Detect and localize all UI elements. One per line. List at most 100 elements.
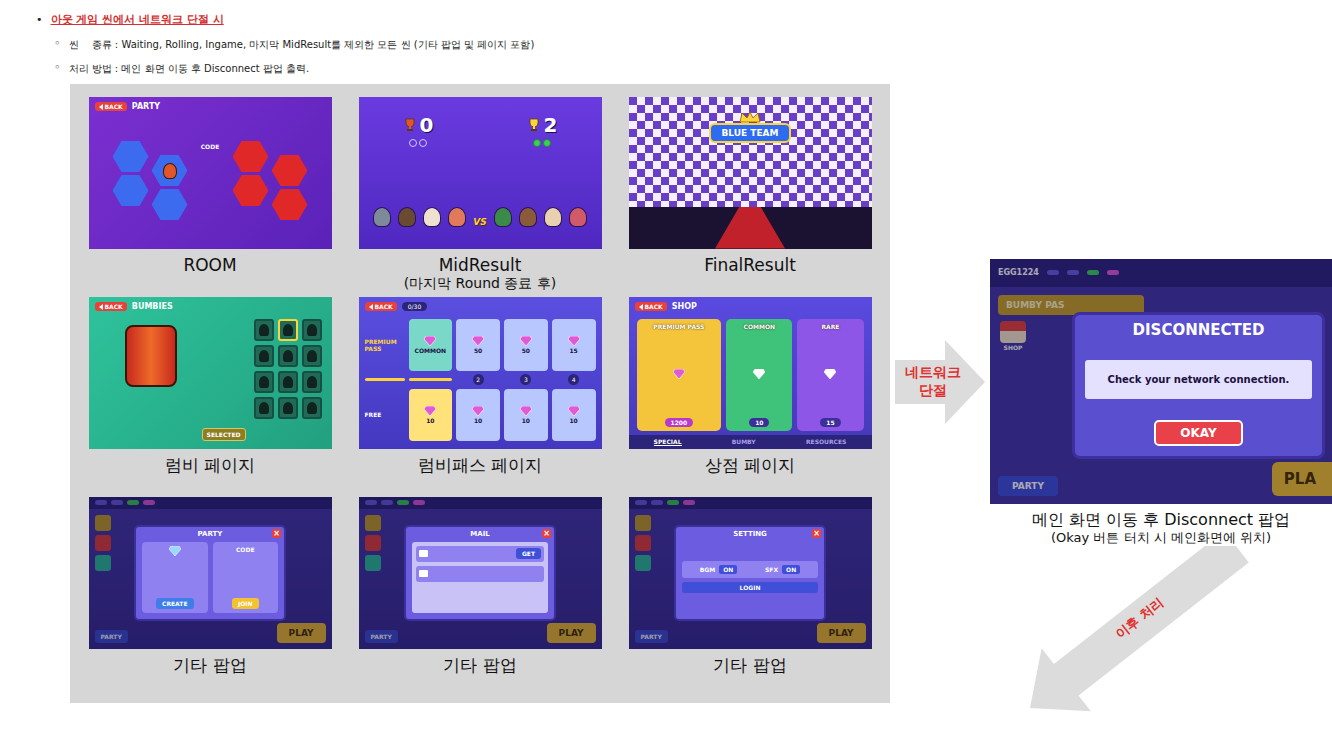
offer-card[interactable]: PREMIUM PASS1200 — [637, 319, 722, 431]
close-button[interactable]: × — [272, 529, 281, 538]
silhouette-icon — [307, 402, 317, 414]
toggle[interactable]: ON — [719, 565, 737, 574]
character-icon — [373, 207, 391, 227]
get-button[interactable]: GET — [516, 548, 541, 559]
round-win-dot — [543, 139, 551, 147]
team-slot[interactable] — [113, 141, 149, 172]
popup-button[interactable]: JOIN — [232, 598, 259, 609]
team-slot[interactable] — [113, 175, 149, 206]
reward-tile[interactable]: COMMON — [409, 319, 453, 371]
shop-tab[interactable]: SPECIAL — [654, 438, 682, 446]
toggle[interactable]: ON — [782, 565, 800, 574]
character-slot[interactable] — [278, 345, 298, 367]
popup-button[interactable]: CREATE — [156, 598, 194, 609]
character-slot[interactable] — [278, 397, 298, 419]
character-slot[interactable] — [302, 345, 322, 367]
team-slot[interactable] — [152, 155, 188, 186]
character-slot[interactable] — [254, 319, 274, 341]
reward-tile[interactable]: 50 — [504, 319, 548, 371]
silhouette-icon — [283, 350, 293, 362]
back-button[interactable]: BACK — [635, 302, 667, 311]
pass-step: 2 — [473, 374, 484, 385]
team-slot[interactable] — [272, 189, 308, 220]
reward-tile[interactable]: 10 — [504, 389, 548, 441]
final-result-screen: BLUE TEAM — [629, 97, 872, 249]
dialog-title: DISCONNECTED — [1133, 321, 1265, 339]
team-slot[interactable] — [233, 141, 269, 172]
gem-icon — [824, 369, 836, 379]
down-left-arrow-icon — [990, 546, 1332, 716]
reward-tile[interactable]: 10 — [552, 389, 596, 441]
reward-tile[interactable]: 15 — [552, 319, 596, 371]
back-button[interactable]: BACK — [95, 102, 127, 111]
scene-caption: 기타 팝업 — [443, 655, 516, 697]
mail-row — [416, 566, 544, 582]
back-button[interactable]: BACK — [365, 302, 397, 311]
selected-button[interactable]: SELECTED — [202, 428, 246, 441]
gem-icon — [673, 369, 685, 379]
premium-label: PREMIUM PASS — [365, 319, 405, 371]
shop-screen: BACKSHOPPREMIUM PASS1200COMMON10RARE15SP… — [629, 297, 872, 449]
scene-caption: 상점 페이지 — [705, 455, 795, 497]
silhouette-icon — [283, 376, 293, 388]
score: 2 — [544, 113, 558, 137]
character-icon — [448, 207, 466, 227]
stage-floor — [629, 207, 872, 249]
setting-toggle: BGMON — [700, 565, 738, 574]
character-slot[interactable] — [278, 319, 298, 341]
okay-button[interactable]: OKAY — [1154, 420, 1242, 446]
dialog-message: Check your network connection. — [1085, 360, 1312, 399]
scene-card: PARTYPLAYMAIL×GET기타 팝업 — [359, 497, 602, 697]
character-slot[interactable] — [302, 371, 322, 393]
pass-progress: 0/30 — [402, 302, 427, 311]
bullet: ◦ — [54, 37, 61, 51]
gem-icon — [520, 406, 532, 416]
character-icon — [163, 163, 177, 179]
popup-title: PARTY — [142, 530, 278, 538]
reward-tile[interactable]: 10 — [456, 389, 500, 441]
scene-caption: 럼비패스 페이지 — [418, 455, 542, 497]
character-row: VS — [359, 207, 602, 249]
back-arrow-icon — [369, 304, 373, 310]
party-option: CODEJOIN — [213, 542, 279, 613]
character-slot[interactable] — [278, 371, 298, 393]
close-button[interactable]: × — [542, 529, 551, 538]
close-button[interactable]: × — [812, 529, 821, 538]
back-button[interactable]: BACK — [95, 302, 127, 311]
reward-tile[interactable]: 50 — [456, 319, 500, 371]
main-menu-screen: PARTYPLAYSETTING×BGMONSFXONLOGIN — [629, 497, 872, 649]
team-slot[interactable] — [152, 189, 188, 220]
character-slot[interactable] — [302, 397, 322, 419]
disconnected-screen: EGG1224BUMBY PASSHOPPARTYPLADISCONNECTED… — [990, 259, 1332, 504]
shop-tab[interactable]: RESOURCES — [806, 438, 846, 446]
character-slot[interactable] — [302, 319, 322, 341]
reward-tile[interactable]: 10 — [409, 389, 453, 441]
pass-step: 3 — [520, 374, 531, 385]
page-header: BACK 0/30 — [359, 297, 602, 317]
arrow-label: 네트워크단절 — [895, 340, 971, 424]
shop-tab[interactable]: BUMBY — [732, 438, 756, 446]
sound-settings: BGMONSFXON — [682, 561, 818, 578]
team-score: 0 — [403, 113, 434, 147]
detail-item: ◦처리 방법 : 메인 화면 이동 후 Disconnect 팝업 출력. — [36, 61, 1332, 75]
round-win-dot — [533, 139, 541, 147]
offer-price: 10 — [749, 418, 769, 427]
red-team-slots — [233, 141, 308, 206]
character-icon — [398, 207, 416, 227]
gem-icon — [472, 336, 484, 346]
red-carpet — [715, 207, 785, 249]
character-slot[interactable] — [254, 371, 274, 393]
character-icon — [494, 207, 512, 227]
room-screen: BACKPARTYCODE — [89, 97, 332, 249]
login-button[interactable]: LOGIN — [682, 582, 818, 593]
character-slot[interactable] — [254, 397, 274, 419]
bumbies-screen: BACKBUMBIESSELECTED — [89, 297, 332, 449]
offer-card[interactable]: RARE15 — [797, 319, 863, 431]
character-slot[interactable] — [254, 345, 274, 367]
scene-caption: FinalResult — [704, 255, 796, 297]
team-slot[interactable] — [272, 155, 308, 186]
progress-track — [365, 378, 405, 381]
team-slot[interactable] — [233, 175, 269, 206]
offer-card[interactable]: COMMON10 — [726, 319, 792, 431]
popup-title: MAIL — [412, 530, 548, 538]
